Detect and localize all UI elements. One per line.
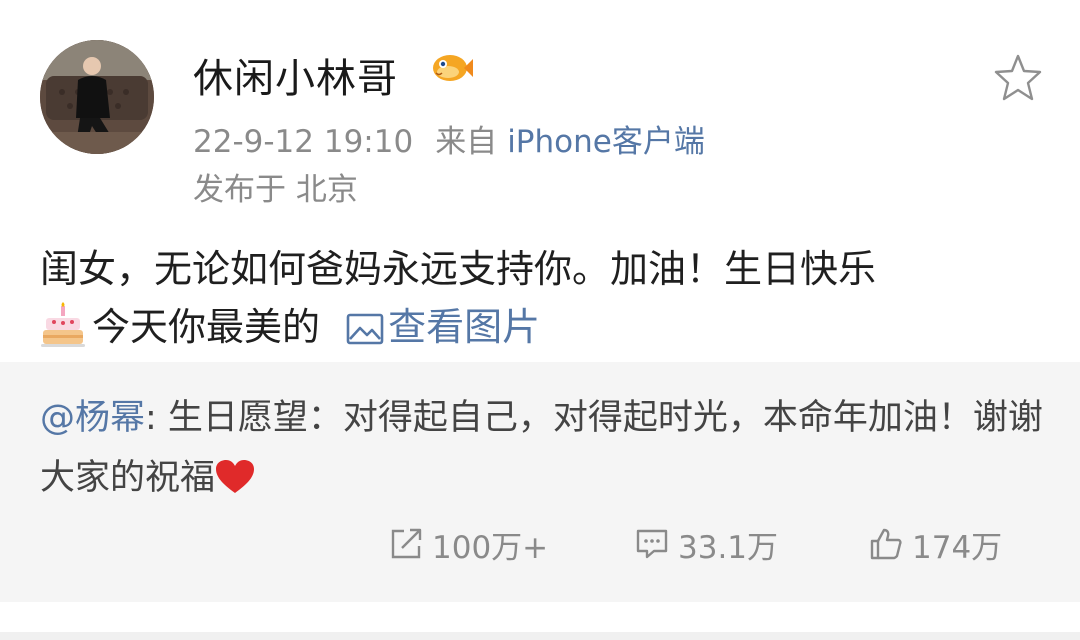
source-prefix: 来自: [435, 124, 498, 160]
post-time: 22-9-12 19:10: [193, 124, 414, 160]
share-icon: [391, 528, 422, 559]
forward-button[interactable]: 100万+: [388, 514, 548, 574]
post-header: 休闲小林哥 22-9-12 19:10 来自 iPhone客户端 发布于 北京: [0, 0, 1080, 210]
separator-strip: [0, 632, 1080, 640]
post-body: 闺女，无论如何爸妈永远支持你。加油！生日快乐 今天你最美的 查看图片: [40, 240, 1050, 356]
forward-count: 100万+: [432, 529, 549, 566]
avatar[interactable]: [40, 40, 154, 154]
thumbs-up-icon: [870, 528, 902, 560]
feed-separator: [0, 602, 1080, 640]
repost-text: @杨幂: 生日愿望：对得起自己，对得起时光，本命年加油！谢谢大家的祝福: [40, 388, 1050, 508]
post-text-line-2: 今天你最美的: [92, 305, 321, 349]
view-pictures-link[interactable]: 查看图片: [346, 305, 540, 349]
repost-card[interactable]: @杨幂: 生日愿望：对得起自己，对得起时光，本命年加油！谢谢大家的祝福 100万…: [0, 362, 1080, 602]
action-bar: 100万+ 33.1万 174万: [0, 514, 1080, 574]
post-text-line-2-row: 今天你最美的 查看图片: [40, 298, 1050, 356]
author-name[interactable]: 休闲小林哥: [193, 46, 398, 104]
comment-count: 33.1万: [678, 529, 779, 566]
post-text-line-1: 闺女，无论如何爸妈永远支持你。加油！生日快乐: [40, 247, 877, 291]
like-button[interactable]: 174万: [868, 514, 1002, 574]
post-meta: 22-9-12 19:10 来自 iPhone客户端: [193, 116, 705, 161]
comment-icon: [636, 529, 668, 559]
red-heart-icon: [216, 460, 255, 493]
birthday-cake-icon: [41, 302, 85, 347]
comment-button[interactable]: 33.1万: [634, 514, 778, 574]
repost-body: : 生日愿望：对得起自己，对得起时光，本命年加油！谢谢大家的祝福: [40, 398, 1043, 498]
post-source[interactable]: iPhone客户端: [507, 124, 705, 160]
like-count: 174万: [912, 529, 1003, 566]
repost-mention[interactable]: @杨幂: [40, 398, 145, 438]
star-icon[interactable]: [990, 50, 1046, 106]
avatar-photo-icon: [40, 40, 154, 154]
image-icon: [346, 313, 384, 345]
post-location: 发布于 北京: [193, 172, 358, 208]
view-pictures-label: 查看图片: [388, 305, 541, 349]
fish-badge-icon: [433, 55, 473, 81]
